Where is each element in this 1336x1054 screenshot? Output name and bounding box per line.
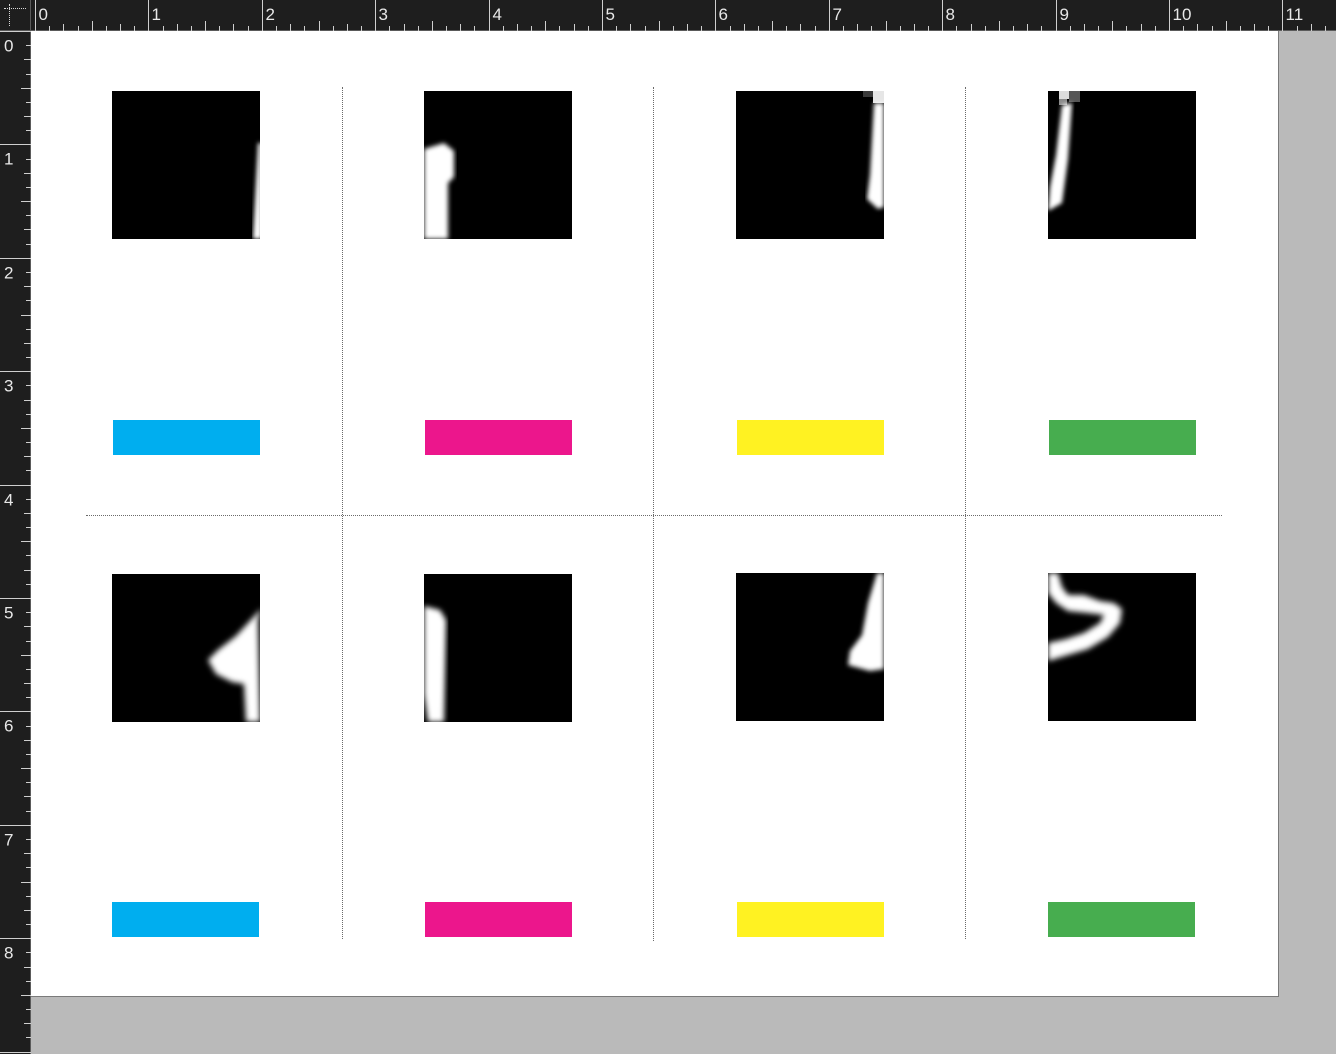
digit-thumbnail[interactable] xyxy=(112,574,260,722)
ruler-origin-corner[interactable] xyxy=(0,0,31,31)
yellow-color-swatch[interactable] xyxy=(737,420,884,455)
ruler-label: 8 xyxy=(946,5,955,24)
magenta-color-swatch[interactable] xyxy=(425,420,572,455)
vertical-ruler[interactable]: 0 1 2 3 4 5 6 7 8 xyxy=(0,31,31,1054)
artboard-canvas[interactable] xyxy=(31,31,1279,997)
ruler-label: 4 xyxy=(4,491,13,510)
yellow-color-swatch[interactable] xyxy=(737,902,884,937)
ruler-label: 8 xyxy=(4,944,13,963)
ruler-label: 1 xyxy=(152,5,161,24)
ruler-label: 4 xyxy=(493,5,502,24)
horizontal-ruler-ticks: 0 1 2 3 4 5 6 7 8 9 10 11 xyxy=(35,0,1326,31)
digit-fragment-left-edge-one xyxy=(424,143,454,239)
green-color-swatch[interactable] xyxy=(1048,902,1195,937)
digit-fragment-right-slanted-stroke xyxy=(848,573,884,671)
ruler-label: 7 xyxy=(833,5,842,24)
ruler-label: 2 xyxy=(266,5,275,24)
horizontal-ruler[interactable]: 0 1 2 3 4 5 6 7 8 9 10 11 xyxy=(31,0,1336,31)
vertical-guide[interactable] xyxy=(965,87,966,939)
ruler-label: 3 xyxy=(4,377,13,396)
ruler-label: 3 xyxy=(379,5,388,24)
vertical-ruler-ticks: 0 1 2 3 4 5 6 7 8 xyxy=(0,31,31,1053)
ruler-label: 11 xyxy=(1286,5,1304,24)
cyan-color-swatch[interactable] xyxy=(112,902,259,937)
digit-thumbnail[interactable] xyxy=(112,91,260,239)
ruler-label: 2 xyxy=(4,264,13,283)
ruler-label: 0 xyxy=(39,5,48,24)
digit-fragment-right-edge-stroke xyxy=(253,143,260,239)
digit-thumbnail[interactable] xyxy=(736,573,884,721)
digit-thumbnail[interactable] xyxy=(424,574,572,722)
digit-fragment-one-with-hook xyxy=(208,610,260,722)
digit-fragment-right-vertical-stroke xyxy=(863,91,884,209)
digit-thumbnail[interactable] xyxy=(736,91,884,239)
horizontal-guide[interactable] xyxy=(86,515,1222,516)
digit-fragment-left-edge-one xyxy=(424,606,446,722)
ruler-label: 7 xyxy=(4,831,13,850)
magenta-color-swatch[interactable] xyxy=(425,902,572,937)
ruler-label: 9 xyxy=(1060,5,1069,24)
digit-thumbnail[interactable] xyxy=(1048,91,1196,239)
green-color-swatch[interactable] xyxy=(1049,420,1196,455)
ruler-label: 10 xyxy=(1173,5,1192,24)
ruler-label: 5 xyxy=(606,5,615,24)
cyan-color-swatch[interactable] xyxy=(113,420,260,455)
ruler-label: 5 xyxy=(4,604,13,623)
vertical-guide[interactable] xyxy=(342,87,343,939)
digit-thumbnail[interactable] xyxy=(1048,573,1196,721)
digit-thumbnail[interactable] xyxy=(424,91,572,239)
ruler-label: 0 xyxy=(4,37,13,56)
ruler-label: 6 xyxy=(4,717,13,736)
ruler-label: 6 xyxy=(719,5,728,24)
digit-fragment-left-vertical-stroke xyxy=(1048,91,1080,211)
ruler-label: 1 xyxy=(4,150,13,169)
vertical-guide[interactable] xyxy=(653,87,654,941)
digit-fragment-curved-stroke xyxy=(1048,573,1122,661)
